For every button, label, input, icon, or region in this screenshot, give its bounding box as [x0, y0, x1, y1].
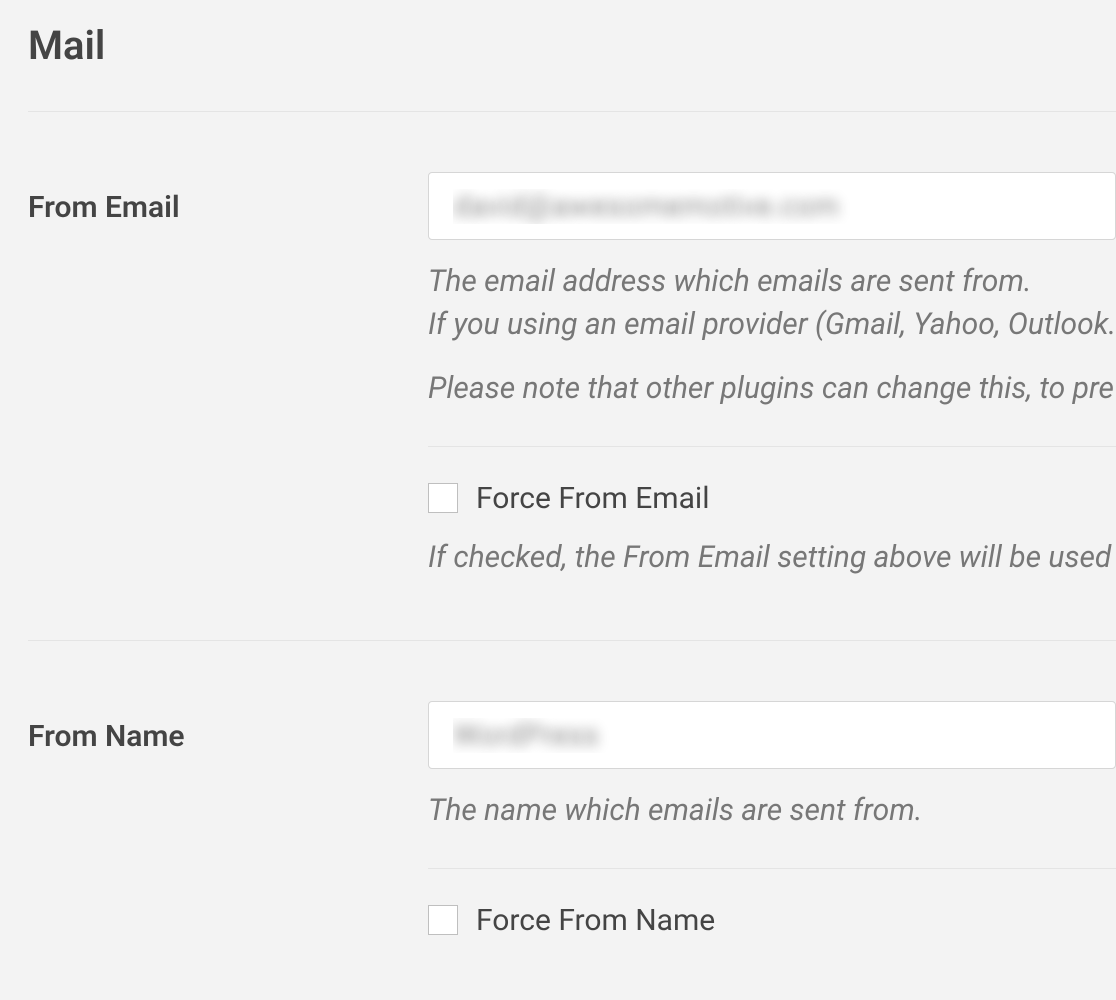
from-name-label: From Name	[28, 701, 428, 938]
force-from-email-help: If checked, the From Email setting above…	[428, 538, 1116, 579]
settings-row-from-email: From Email The email address which email…	[28, 112, 1116, 641]
force-from-email-checkbox[interactable]	[428, 483, 458, 513]
from-email-help1: The email address which emails are sent …	[428, 262, 1116, 303]
section-title-mail: Mail	[28, 0, 1116, 112]
force-from-email-row: Force From Email	[428, 481, 1116, 516]
from-email-note: Please note that other plugins can chang…	[428, 369, 1116, 410]
force-from-name-checkbox[interactable]	[428, 905, 458, 935]
force-from-email-label[interactable]: Force From Email	[476, 481, 710, 516]
from-name-content: The name which emails are sent from. For…	[428, 701, 1116, 938]
from-name-input[interactable]	[428, 701, 1116, 769]
settings-row-from-name: From Name The name which emails are sent…	[28, 641, 1116, 1000]
force-from-name-row: Force From Name	[428, 903, 1116, 938]
from-email-divider	[428, 446, 1116, 447]
from-email-input[interactable]	[428, 172, 1116, 240]
from-email-help2: If you using an email provider (Gmail, Y…	[428, 305, 1116, 346]
from-email-content: The email address which emails are sent …	[428, 172, 1116, 578]
from-name-help1: The name which emails are sent from.	[428, 791, 1116, 832]
force-from-name-label[interactable]: Force From Name	[476, 903, 715, 938]
from-email-label: From Email	[28, 172, 428, 578]
from-name-divider	[428, 868, 1116, 869]
